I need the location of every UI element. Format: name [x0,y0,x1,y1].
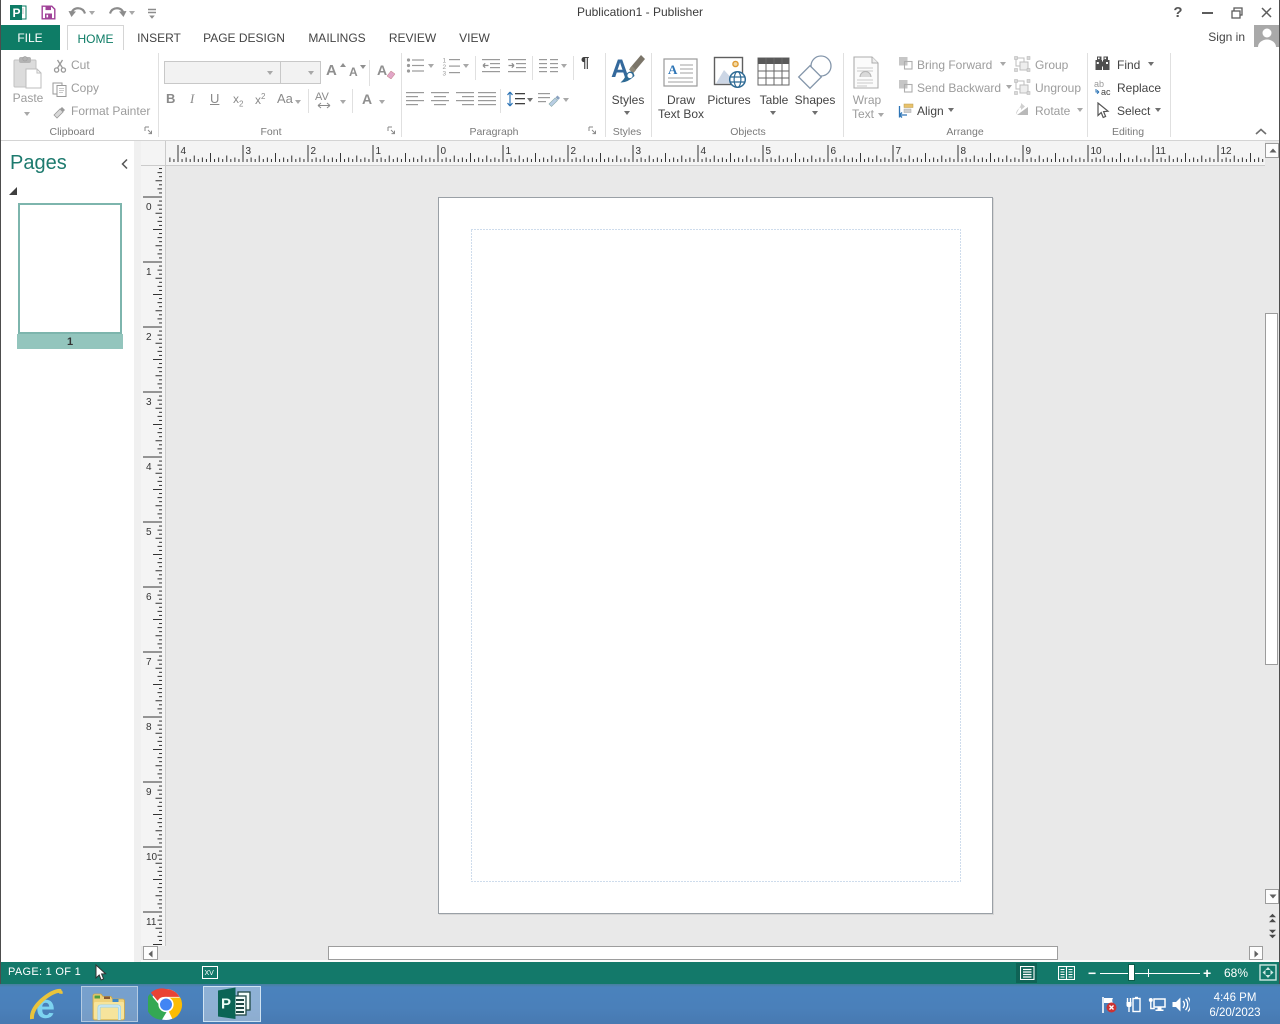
svg-text:1: 1 [376,146,382,157]
svg-text:1: 1 [506,146,512,157]
svg-text:AV: AV [315,91,330,103]
svg-text:ac: ac [1101,87,1111,96]
svg-text:6: 6 [146,592,152,603]
svg-text:P: P [221,996,231,1013]
svg-text:6: 6 [831,146,837,157]
svg-text:7: 7 [896,146,902,157]
svg-text:10: 10 [146,852,158,863]
svg-text:4: 4 [146,462,152,473]
svg-text:2: 2 [311,146,317,157]
svg-text:A: A [668,62,678,77]
svg-text:3: 3 [146,397,152,408]
svg-text:0: 0 [146,202,152,213]
svg-text:0: 0 [441,146,447,157]
svg-text:4: 4 [181,146,187,157]
svg-text:3: 3 [636,146,642,157]
svg-text:5: 5 [766,146,772,157]
svg-text:8: 8 [146,722,152,733]
svg-text:12: 12 [1221,146,1233,157]
svg-text:5: 5 [146,527,152,538]
svg-text:2: 2 [146,332,152,343]
svg-text:3: 3 [246,146,252,157]
svg-text:3: 3 [443,71,447,77]
svg-text:11: 11 [146,917,157,928]
svg-text:9: 9 [146,787,152,798]
svg-text:9: 9 [1026,146,1032,157]
svg-text:10: 10 [1091,146,1103,157]
svg-text:XV: XV [205,970,215,977]
svg-text:11: 11 [1156,146,1167,157]
svg-text:4: 4 [701,146,707,157]
svg-text:7: 7 [146,657,152,668]
svg-text:2: 2 [571,146,577,157]
svg-text:1: 1 [146,267,152,278]
svg-text:8: 8 [961,146,967,157]
